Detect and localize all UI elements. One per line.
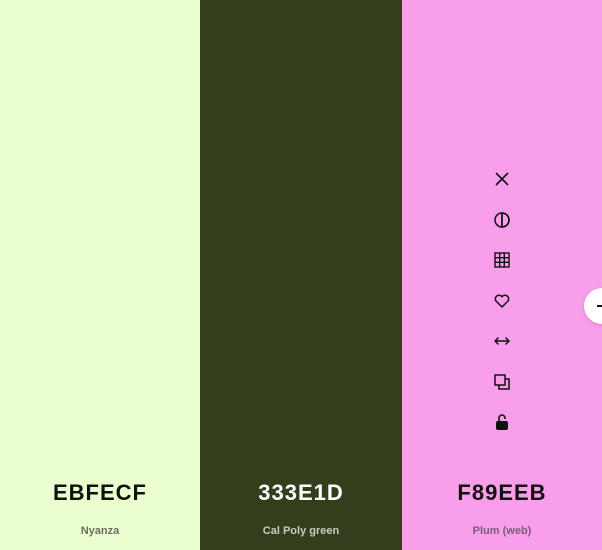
color-swatch-plum-web[interactable]: F89EEB Plum (web) [402, 0, 602, 550]
remove-color-button[interactable] [488, 165, 516, 193]
swatch-toolbar [402, 165, 602, 449]
hex-code[interactable]: F89EEB [402, 480, 602, 506]
color-swatch-nyanza[interactable]: EBFECF Nyanza [0, 0, 200, 550]
copy-button[interactable] [488, 368, 516, 396]
lock-button[interactable] [488, 408, 516, 436]
heart-icon [494, 294, 510, 308]
favorite-button[interactable] [488, 287, 516, 315]
hex-code[interactable]: 333E1D [200, 480, 402, 506]
drag-button[interactable] [488, 327, 516, 355]
color-swatch-cal-poly-green[interactable]: 333E1D Cal Poly green [200, 0, 402, 550]
color-name: Cal Poly green [262, 525, 340, 537]
hex-code[interactable]: EBFECF [0, 480, 200, 506]
close-icon [495, 172, 509, 186]
minus-icon [597, 305, 602, 307]
color-name: Nyanza [80, 525, 120, 537]
view-shades-button[interactable] [488, 206, 516, 234]
contrast-icon [494, 211, 510, 228]
color-name: Plum (web) [472, 525, 532, 537]
grid-icon [494, 252, 510, 268]
drag-icon [494, 337, 510, 345]
copy-icon [494, 373, 510, 390]
view-grid-button[interactable] [488, 246, 516, 274]
color-palette: EBFECF Nyanza 333E1D Cal Poly green F89E… [0, 0, 602, 550]
lock-icon [496, 414, 508, 430]
